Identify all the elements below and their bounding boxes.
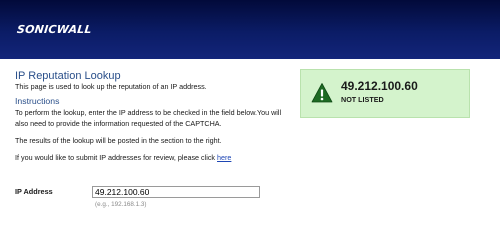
main-content: IP Reputation Lookup This page is used t… (0, 59, 500, 211)
submit-note-text: If you would like to submit IP addresses… (15, 153, 218, 162)
result-status: NOT LISTED (341, 95, 384, 104)
result-ip: 49.212.100.60 (341, 79, 418, 93)
ip-address-label: IP Address (15, 187, 53, 196)
result-panel: 49.212.100.60 NOT LISTED (300, 69, 470, 118)
instructions-heading: Instructions (15, 96, 60, 106)
ip-address-input[interactable] (92, 186, 260, 198)
ip-example-hint: (e.g., 192.168.1.3) (95, 201, 147, 208)
results-note: The results of the lookup will be posted… (15, 136, 222, 145)
page-subtitle: This page is used to look up the reputat… (15, 82, 207, 91)
instructions-text: To perform the lookup, enter the IP addr… (15, 108, 282, 128)
warning-icon (311, 83, 333, 103)
submit-here-link[interactable]: here (217, 153, 231, 162)
header-bar: SONICWALL (0, 0, 500, 59)
submit-note: If you would like to submit IP addresses… (15, 153, 231, 162)
sonicwall-logo: SONICWALL (16, 23, 93, 36)
page-title: IP Reputation Lookup (15, 70, 121, 82)
page: SONICWALL IP Reputation Lookup This page… (0, 0, 500, 211)
